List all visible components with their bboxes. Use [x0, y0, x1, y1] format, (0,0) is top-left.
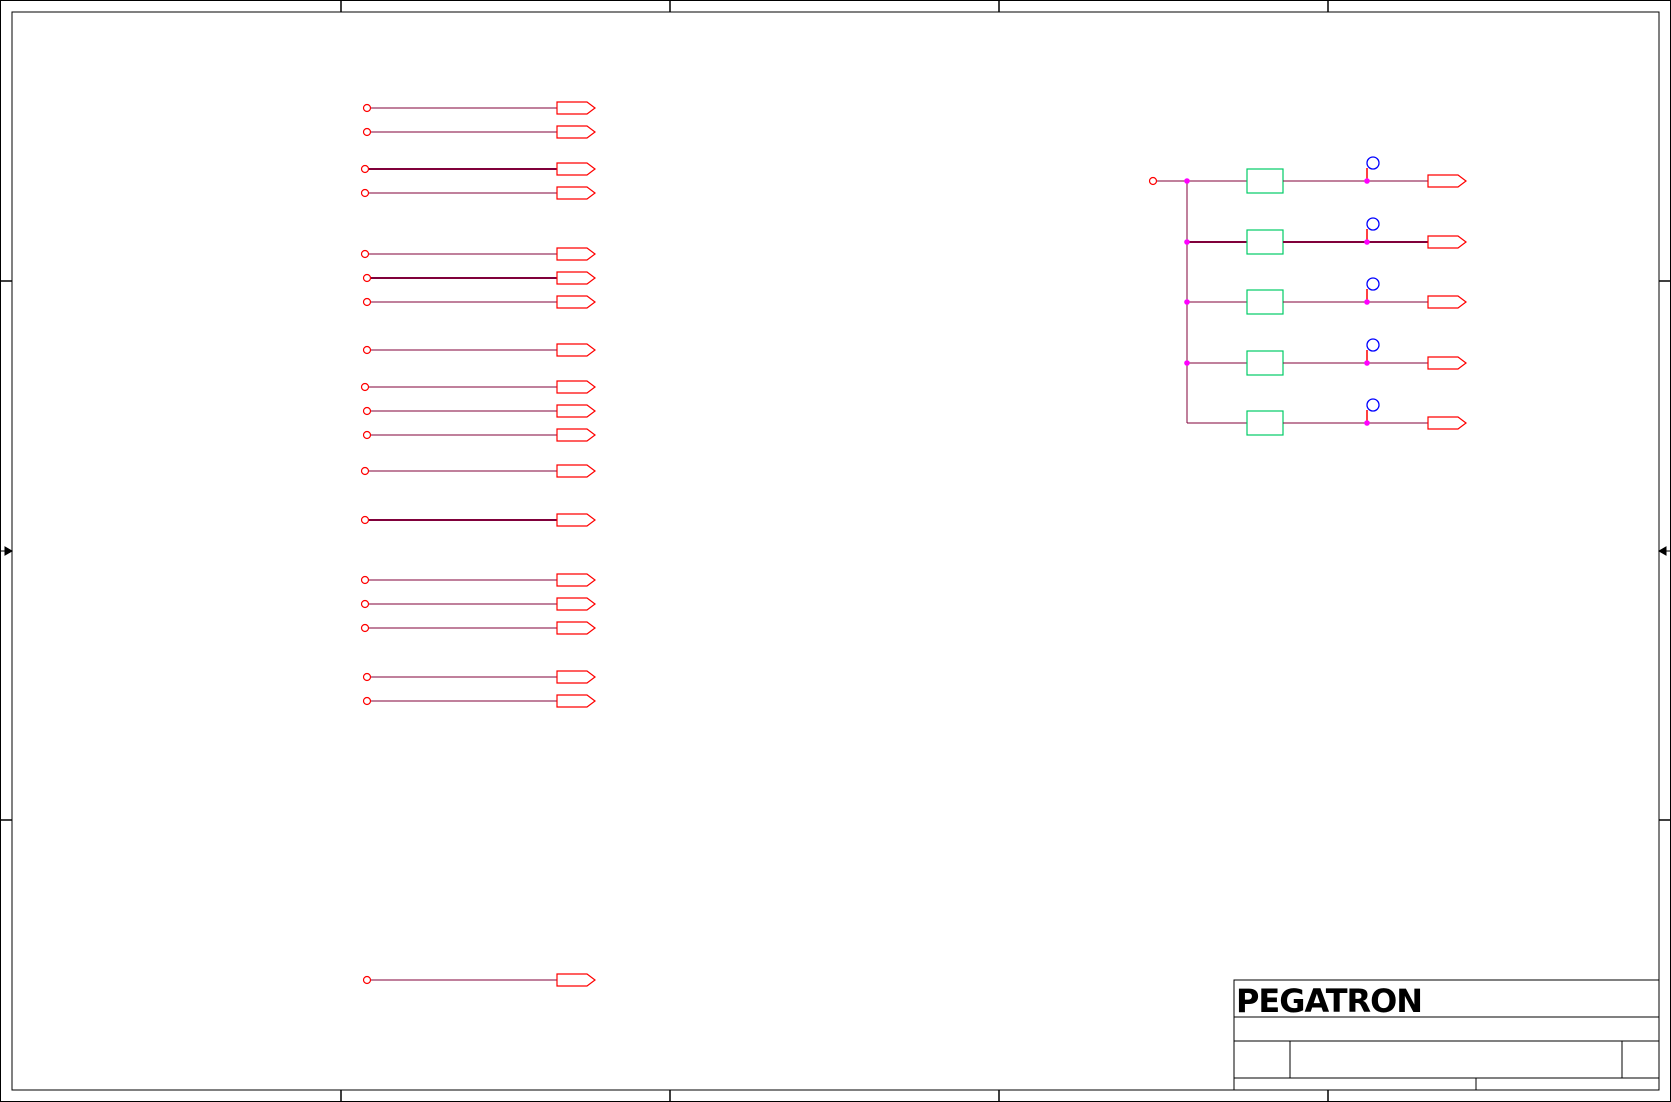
- offpage-port: [556, 573, 596, 587]
- net-pin: [362, 975, 372, 985]
- test-point-circle: [1366, 398, 1380, 412]
- offpage-port: [556, 973, 596, 987]
- sheet-frame: [0, 0, 1671, 1102]
- net-pin: [360, 466, 370, 476]
- branch: [1184, 217, 1467, 255]
- branch: [1184, 156, 1467, 194]
- center-arrow-left-head: [4, 546, 14, 556]
- offpage-port: [556, 380, 596, 394]
- net-row: [360, 162, 596, 176]
- net-pin: [360, 188, 370, 198]
- junction-dot: [1184, 299, 1190, 305]
- offpage-port: [556, 513, 596, 527]
- offpage-port: [556, 621, 596, 635]
- net-pin: [360, 249, 370, 259]
- center-markers: [0, 546, 1671, 556]
- offpage-port: [556, 597, 596, 611]
- net-row: [362, 101, 596, 115]
- net-pin: [362, 430, 372, 440]
- offpage-port: [556, 125, 596, 139]
- net-pin: [360, 515, 370, 525]
- schematic-sheet: PEGATRON: [0, 0, 1671, 1102]
- left-net-group: [360, 101, 596, 987]
- net-pin: [362, 297, 372, 307]
- net-row: [362, 670, 596, 684]
- resistor: [1246, 350, 1284, 376]
- net-row: [362, 404, 596, 418]
- net-pin: [360, 575, 370, 585]
- net-row: [362, 694, 596, 708]
- offpage-port: [1427, 416, 1467, 430]
- offpage-port: [556, 295, 596, 309]
- offpage-port: [1427, 356, 1467, 370]
- junction-dot: [1184, 178, 1190, 184]
- junction-dot: [1364, 420, 1370, 426]
- right-distribution-block: [1148, 156, 1467, 436]
- net-row: [362, 343, 596, 357]
- net-pin: [362, 345, 372, 355]
- offpage-port: [556, 694, 596, 708]
- net-pin: [362, 273, 372, 283]
- feed-pin: [1148, 176, 1158, 186]
- branch: [1184, 277, 1467, 315]
- offpage-port: [556, 404, 596, 418]
- resistor: [1246, 410, 1284, 436]
- branch: [1184, 338, 1467, 376]
- net-row: [360, 621, 596, 635]
- center-arrow-right-head: [1657, 546, 1667, 556]
- offpage-port: [556, 670, 596, 684]
- junction-dot: [1364, 299, 1370, 305]
- test-point-circle: [1366, 277, 1380, 291]
- resistor: [1246, 289, 1284, 315]
- net-pin: [362, 127, 372, 137]
- net-row: [360, 513, 596, 527]
- net-row: [360, 573, 596, 587]
- resistor: [1246, 229, 1284, 255]
- offpage-port: [556, 343, 596, 357]
- outer-border: [0, 0, 1671, 1102]
- test-point-circle: [1366, 217, 1380, 231]
- offpage-port: [556, 271, 596, 285]
- offpage-port: [556, 247, 596, 261]
- junction-dot: [1364, 178, 1370, 184]
- net-pin: [360, 599, 370, 609]
- net-pin: [360, 382, 370, 392]
- company-logo: PEGATRON: [1236, 982, 1422, 1020]
- net-row: [360, 186, 596, 200]
- zone-ticks: [0, 0, 1671, 1102]
- offpage-port: [1427, 295, 1467, 309]
- branch: [1187, 398, 1467, 436]
- offpage-port: [556, 162, 596, 176]
- net-row: [362, 428, 596, 442]
- offpage-port: [556, 464, 596, 478]
- inner-border: [11, 11, 1660, 1091]
- resistor: [1246, 168, 1284, 194]
- net-row: [360, 464, 596, 478]
- net-pin: [362, 406, 372, 416]
- offpage-port: [1427, 235, 1467, 249]
- junction-dot: [1364, 360, 1370, 366]
- offpage-port: [556, 186, 596, 200]
- net-pin: [362, 696, 372, 706]
- test-point-circle: [1366, 156, 1380, 170]
- net-row: [360, 380, 596, 394]
- net-row: [362, 973, 596, 987]
- net-row: [362, 295, 596, 309]
- net-pin: [362, 672, 372, 682]
- test-point-circle: [1366, 338, 1380, 352]
- net-row: [360, 597, 596, 611]
- net-pin: [362, 103, 372, 113]
- offpage-port: [1427, 174, 1467, 188]
- junction-dot: [1184, 239, 1190, 245]
- net-row: [360, 247, 596, 261]
- junction-dot: [1184, 360, 1190, 366]
- net-pin: [360, 623, 370, 633]
- net-row: [362, 271, 596, 285]
- offpage-port: [556, 428, 596, 442]
- junction-dot: [1364, 239, 1370, 245]
- offpage-port: [556, 101, 596, 115]
- net-row: [362, 125, 596, 139]
- net-pin: [360, 164, 370, 174]
